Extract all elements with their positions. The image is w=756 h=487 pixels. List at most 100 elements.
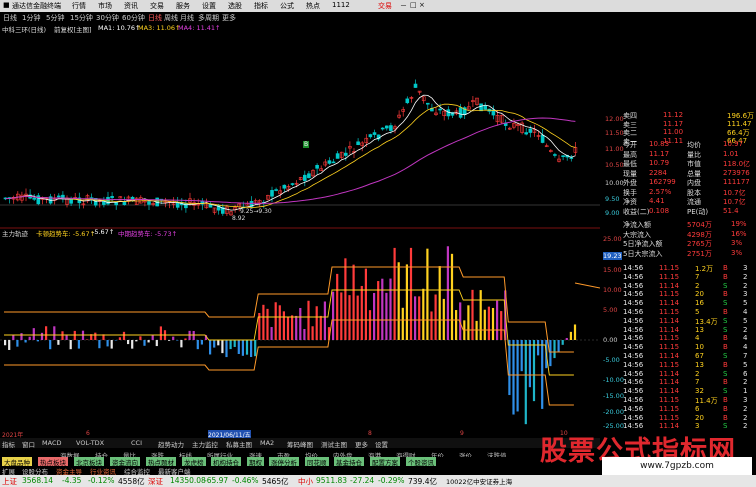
sz-value: 14350.08 [170,476,206,485]
quick-tab[interactable]: 热点题材 [146,457,176,467]
menu-item[interactable]: 1112 [332,1,350,9]
indicator-bar [274,302,277,340]
close-button[interactable]: × [419,1,425,9]
indicator-bar [147,340,150,343]
quick-tab[interactable]: 个股资讯 [406,457,436,467]
period-60min[interactable]: 60分钟 [122,13,145,23]
quick-tab[interactable]: 期权 [247,457,264,467]
index-tab[interactable]: 窗口 [22,439,35,449]
indicator-bar [557,340,560,352]
period-1min[interactable]: 1分钟 [22,13,40,23]
price-tick: 9.50 [605,195,620,203]
menu-item[interactable]: 服务 [176,1,190,11]
stat-label: 外盘 [623,179,637,187]
indicator-bar [442,298,445,340]
sh-amount: 4558亿 [118,477,145,486]
indicator-bar [250,340,253,357]
indicator-bar [98,340,101,349]
indicator-name[interactable]: 主力轨迹 [2,228,28,238]
quick-tab[interactable]: 基金持仓 [334,457,364,467]
period-5min[interactable]: 5分钟 [46,13,64,23]
menu-item[interactable]: 设置 [202,1,216,11]
candle-body [343,152,348,156]
menu-item[interactable]: 交易 [150,1,164,11]
index-tab[interactable]: 筹码峰图 [287,439,313,449]
quick-tab[interactable]: 热点板块 [38,457,68,467]
menu-item[interactable]: 选股 [228,1,242,11]
menu-item[interactable]: 公式 [280,1,294,11]
sz-label[interactable]: 深证 [148,476,163,487]
sh-value: 3568.14 [22,476,54,485]
quick-tab[interactable]: 资金流向 [110,457,140,467]
period-multi[interactable]: 多周期 [198,13,219,23]
indicator-bar [159,326,162,340]
stat-value: 4.41 [649,197,665,205]
candle-body [307,173,311,179]
sh-label[interactable]: 上证 [2,476,17,487]
index-tab[interactable]: 指标 [2,439,15,449]
index-tab[interactable]: 私募主图 [226,439,252,449]
watermark-url: www.7gpzb.com [602,457,752,475]
flow-value: 5704万 [687,221,712,229]
period-month[interactable]: 月线 [180,13,194,23]
quick-tab[interactable]: 大盘品种 [2,457,32,467]
index-tab[interactable]: 更多 [355,439,368,449]
menu-item[interactable]: 资讯 [124,1,138,11]
indicator-bar [352,264,355,340]
menu-item[interactable]: 市场 [98,1,112,11]
zx-label[interactable]: 中小 [298,476,313,487]
candle-body [389,125,393,131]
indicator-bar [405,264,408,340]
candle-body [32,197,37,200]
candle-body [413,83,418,88]
period-daily[interactable]: 日线 [3,13,17,23]
sh-pct: -0.12% [88,476,115,485]
candle-body [69,199,73,204]
indicator-bar [430,311,433,340]
index-tab[interactable]: MA2 [260,439,274,447]
indicator-bar [122,331,126,340]
indicator-bar [537,340,540,356]
indicator-bar [172,336,175,340]
candle-body [114,202,118,206]
indicator-bar [356,295,359,340]
menu-item[interactable]: 指标 [254,1,268,11]
indicator-bar [373,292,376,340]
quick-tab[interactable]: 龙虎榜 [182,457,206,467]
stat-value: 118.0亿 [723,160,751,168]
quick-tab[interactable]: 北京板块 [74,457,104,467]
menu-item[interactable]: 热点 [306,1,320,11]
quick-tab[interactable]: 涨停分析 [269,457,299,467]
flow-value: 4298万 [687,230,712,239]
menu-item[interactable]: 行情 [72,1,86,11]
stat-label: 今开 [623,141,637,149]
indicator-bar [426,248,429,340]
zx-value: 9511.83 [316,476,348,485]
indicator-bar [77,340,80,349]
period-week[interactable]: 周线 [164,13,178,23]
candle-body [372,132,377,135]
period-15min[interactable]: 15分钟 [70,13,93,23]
index-tab[interactable]: CCI [131,439,142,447]
index-tab[interactable]: VOL-TDX [76,439,104,447]
quick-tab[interactable]: 配置方案 [370,457,400,467]
index-tab[interactable]: 趋势动力 [158,439,184,449]
index-tab[interactable]: 设置 [375,439,388,449]
index-tab[interactable]: 主力监控 [192,439,218,449]
period-30min[interactable]: 30分钟 [96,13,119,23]
minimize-button[interactable]: － [400,1,407,11]
index-tab[interactable]: 测试主图 [321,439,347,449]
quick-tab[interactable]: 机构持仓 [211,457,241,467]
trade-link[interactable]: 交易 [378,1,392,11]
indicator-bar [401,307,404,340]
period-more[interactable]: 更多 [222,13,236,23]
indicator-bar [565,337,568,340]
period-day-active[interactable]: 日线 [148,13,162,23]
indicator-tick: 10.00 [603,286,622,294]
main-chart-header: 中科三环(日线) 前复权[主图] MA1: 10.76↑ MA3: 11.06↑… [0,23,610,34]
quick-tab[interactable]: 同花顺 [305,457,329,467]
maximize-button[interactable]: □ [410,1,417,9]
indicator-bar [446,246,449,340]
indicator-bar [549,340,552,367]
index-tab[interactable]: MACD [42,439,61,447]
